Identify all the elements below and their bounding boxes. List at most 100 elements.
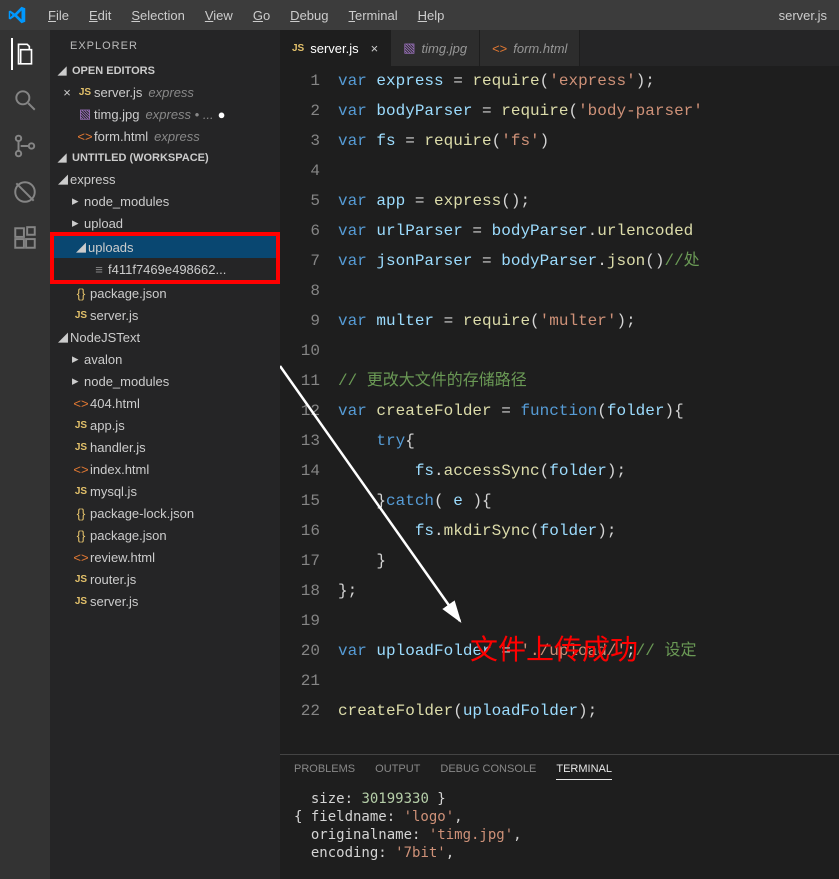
code-line[interactable]: var fs = require('fs'): [338, 126, 839, 156]
bottom-panel: PROBLEMS OUTPUT DEBUG CONSOLE TERMINAL size…: [280, 754, 839, 879]
open-editor-item[interactable]: <>form.htmlexpress: [50, 125, 280, 147]
workspace-header[interactable]: ◢ UNTITLED (WORKSPACE): [50, 147, 280, 168]
code-line[interactable]: [338, 606, 839, 636]
menu-view[interactable]: View: [197, 4, 241, 27]
search-icon[interactable]: [11, 86, 39, 114]
tree-file[interactable]: JSmysql.js: [50, 480, 280, 502]
code-line[interactable]: [338, 156, 839, 186]
panel-tab-problems[interactable]: PROBLEMS: [294, 763, 355, 780]
tree-file[interactable]: <>404.html: [50, 392, 280, 414]
file-type-icon: {}: [72, 506, 90, 521]
menu-terminal[interactable]: Terminal: [340, 4, 405, 27]
code-line[interactable]: try{: [338, 426, 839, 456]
title-filename: server.js: [779, 8, 831, 23]
tree-folder[interactable]: ◢express: [50, 168, 280, 190]
panel-tab-debug-console[interactable]: DEBUG CONSOLE: [440, 763, 536, 780]
code-line[interactable]: var urlParser = bodyParser.urlencoded: [338, 216, 839, 246]
tree-file[interactable]: <>index.html: [50, 458, 280, 480]
editor-area: JSserver.js×▧timg.jpg<>form.html 1234567…: [280, 30, 839, 879]
code-line[interactable]: var express = require('express');: [338, 66, 839, 96]
menu-go[interactable]: Go: [245, 4, 278, 27]
code-line[interactable]: var app = express();: [338, 186, 839, 216]
editor-tab[interactable]: ▧timg.jpg: [391, 30, 480, 66]
open-editors-list: ×JSserver.jsexpress▧timg.jpgexpress • ..…: [50, 81, 280, 147]
line-number: 21: [280, 666, 320, 696]
tree-file[interactable]: JShandler.js: [50, 436, 280, 458]
menu-edit[interactable]: Edit: [81, 4, 119, 27]
chevron-down-icon: ◢: [58, 171, 70, 187]
menu-debug[interactable]: Debug: [282, 4, 336, 27]
tree-file[interactable]: ≡f411f7469e498662...: [54, 258, 276, 280]
editor-tab[interactable]: <>form.html: [480, 30, 580, 66]
chevron-down-icon: ◢: [58, 151, 68, 164]
menu-selection[interactable]: Selection: [123, 4, 192, 27]
menu-help[interactable]: Help: [410, 4, 453, 27]
activity-bar: [0, 30, 50, 879]
open-editors-header[interactable]: ◢ OPEN EDITORS: [50, 60, 280, 81]
tree-folder[interactable]: ◢uploads: [54, 236, 276, 258]
tree-folder[interactable]: ▸node_modules: [50, 190, 280, 212]
code-line[interactable]: }: [338, 546, 839, 576]
extensions-icon[interactable]: [11, 224, 39, 252]
code-line[interactable]: }catch( e ){: [338, 486, 839, 516]
file-type-icon: JS: [76, 87, 94, 98]
tree-folder[interactable]: ◢NodeJSText: [50, 326, 280, 348]
line-number: 20: [280, 636, 320, 666]
chevron-down-icon: ◢: [58, 64, 68, 77]
line-number: 15: [280, 486, 320, 516]
tree-file[interactable]: <>review.html: [50, 546, 280, 568]
code-line[interactable]: [338, 336, 839, 366]
close-icon[interactable]: ×: [58, 85, 76, 100]
tree-file[interactable]: {}package.json: [50, 282, 280, 304]
terminal-output[interactable]: size: 30199330 }{ fieldname: 'logo', ori…: [280, 786, 839, 879]
file-type-icon: JS: [72, 420, 90, 431]
file-type-icon: JS: [292, 43, 304, 54]
code-line[interactable]: createFolder(uploadFolder);: [338, 696, 839, 726]
tree-folder[interactable]: ▸node_modules: [50, 370, 280, 392]
code-line[interactable]: fs.accessSync(folder);: [338, 456, 839, 486]
code-line[interactable]: var jsonParser = bodyParser.json()//处: [338, 246, 839, 276]
line-number: 17: [280, 546, 320, 576]
tree-folder[interactable]: ▸avalon: [50, 348, 280, 370]
code-line[interactable]: fs.mkdirSync(folder);: [338, 516, 839, 546]
code-lines[interactable]: var express = require('express');var bod…: [338, 66, 839, 754]
panel-tab-output[interactable]: OUTPUT: [375, 763, 420, 780]
tree-file[interactable]: {}package.json: [50, 524, 280, 546]
tree-file[interactable]: JSapp.js: [50, 414, 280, 436]
line-number: 18: [280, 576, 320, 606]
tree-file[interactable]: {}package-lock.json: [50, 502, 280, 524]
file-type-icon: <>: [76, 129, 94, 144]
editor-tab[interactable]: JSserver.js×: [280, 30, 391, 66]
code-line[interactable]: var createFolder = function(folder){: [338, 396, 839, 426]
chevron-right-icon: ▸: [72, 373, 84, 389]
code-line[interactable]: };: [338, 576, 839, 606]
line-number: 9: [280, 306, 320, 336]
line-number: 11: [280, 366, 320, 396]
scm-icon[interactable]: [11, 132, 39, 160]
file-type-icon: <>: [72, 462, 90, 477]
debug-icon[interactable]: [11, 178, 39, 206]
tree-file[interactable]: JSserver.js: [50, 304, 280, 326]
editor-tabs: JSserver.js×▧timg.jpg<>form.html: [280, 30, 839, 66]
code-line[interactable]: var uploadFolder = './upload/';// 设定: [338, 636, 839, 666]
file-type-icon: ≡: [90, 262, 108, 277]
code-line[interactable]: var bodyParser = require('body-parser': [338, 96, 839, 126]
code-editor[interactable]: 12345678910111213141516171819202122 var …: [280, 66, 839, 754]
chevron-down-icon: ◢: [76, 239, 88, 255]
chevron-down-icon: ◢: [58, 329, 70, 345]
tree-folder[interactable]: ▸upload: [50, 212, 280, 234]
open-editor-item[interactable]: ▧timg.jpgexpress • ...●: [50, 103, 280, 125]
open-editor-item[interactable]: ×JSserver.jsexpress: [50, 81, 280, 103]
code-line[interactable]: [338, 666, 839, 696]
code-line[interactable]: [338, 276, 839, 306]
code-line[interactable]: var multer = require('multer');: [338, 306, 839, 336]
menu-file[interactable]: File: [40, 4, 77, 27]
file-type-icon: <>: [72, 550, 90, 565]
explorer-icon[interactable]: [11, 40, 39, 68]
file-type-icon: JS: [72, 486, 90, 497]
tree-file[interactable]: JSrouter.js: [50, 568, 280, 590]
panel-tab-terminal[interactable]: TERMINAL: [556, 763, 612, 780]
tree-file[interactable]: JSserver.js: [50, 590, 280, 612]
close-icon[interactable]: ×: [371, 41, 379, 56]
code-line[interactable]: // 更改大文件的存储路径: [338, 366, 839, 396]
